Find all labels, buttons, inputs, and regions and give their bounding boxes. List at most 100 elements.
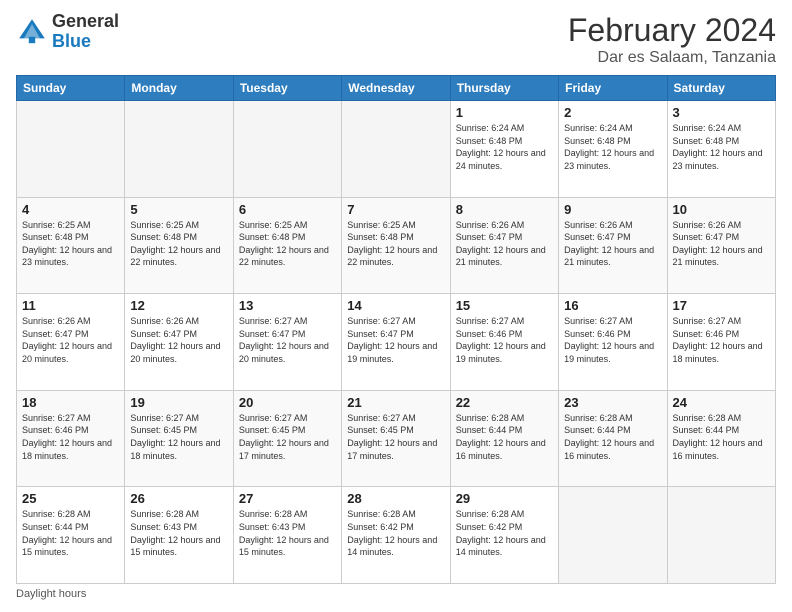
- day-info: Sunrise: 6:28 AM Sunset: 6:42 PM Dayligh…: [347, 508, 444, 558]
- calendar-cell: 10 Sunrise: 6:26 AM Sunset: 6:47 PM Dayli…: [667, 197, 775, 294]
- calendar-cell: 2 Sunrise: 6:24 AM Sunset: 6:48 PM Daylig…: [559, 101, 667, 198]
- day-info: Sunrise: 6:27 AM Sunset: 6:46 PM Dayligh…: [673, 315, 770, 365]
- calendar-cell: 20 Sunrise: 6:27 AM Sunset: 6:45 PM Dayli…: [233, 390, 341, 487]
- day-info: Sunrise: 6:27 AM Sunset: 6:47 PM Dayligh…: [239, 315, 336, 365]
- calendar-cell: 22 Sunrise: 6:28 AM Sunset: 6:44 PM Dayli…: [450, 390, 558, 487]
- calendar-cell: 29 Sunrise: 6:28 AM Sunset: 6:42 PM Dayli…: [450, 487, 558, 584]
- calendar-cell: 21 Sunrise: 6:27 AM Sunset: 6:45 PM Dayli…: [342, 390, 450, 487]
- calendar-cell: 7Sunrise: 6:25 AM Sunset: 6:48 PM Daylig…: [342, 197, 450, 294]
- day-number: 15: [456, 298, 553, 313]
- day-info: Sunrise: 6:28 AM Sunset: 6:42 PM Dayligh…: [456, 508, 553, 558]
- calendar-cell: 17 Sunrise: 6:27 AM Sunset: 6:46 PM Dayli…: [667, 294, 775, 391]
- day-number: 16: [564, 298, 661, 313]
- day-number: 4: [22, 202, 119, 217]
- week-row-4: 18 Sunrise: 6:27 AM Sunset: 6:46 PM Dayli…: [17, 390, 776, 487]
- day-number: 21: [347, 395, 444, 410]
- column-header-friday: Friday: [559, 76, 667, 101]
- calendar-cell: 5Sunrise: 6:25 AM Sunset: 6:48 PM Daylig…: [125, 197, 233, 294]
- calendar-cell: 23Sunrise: 6:28 AM Sunset: 6:44 PM Dayli…: [559, 390, 667, 487]
- day-number: 17: [673, 298, 770, 313]
- calendar-table: SundayMondayTuesdayWednesdayThursdayFrid…: [16, 75, 776, 584]
- day-number: 27: [239, 491, 336, 506]
- header-row: SundayMondayTuesdayWednesdayThursdayFrid…: [17, 76, 776, 101]
- calendar-cell: 12Sunrise: 6:26 AM Sunset: 6:47 PM Dayli…: [125, 294, 233, 391]
- day-number: 1: [456, 105, 553, 120]
- day-info: Sunrise: 6:25 AM Sunset: 6:48 PM Dayligh…: [347, 219, 444, 269]
- calendar-cell: [342, 101, 450, 198]
- day-info: Sunrise: 6:28 AM Sunset: 6:44 PM Dayligh…: [22, 508, 119, 558]
- day-number: 13: [239, 298, 336, 313]
- calendar-cell: 8 Sunrise: 6:26 AM Sunset: 6:47 PM Daylig…: [450, 197, 558, 294]
- month-title: February 2024: [568, 12, 776, 49]
- calendar-cell: 3Sunrise: 6:24 AM Sunset: 6:48 PM Daylig…: [667, 101, 775, 198]
- calendar-cell: [233, 101, 341, 198]
- day-number: 18: [22, 395, 119, 410]
- week-row-3: 11 Sunrise: 6:26 AM Sunset: 6:47 PM Dayli…: [17, 294, 776, 391]
- day-number: 22: [456, 395, 553, 410]
- day-number: 25: [22, 491, 119, 506]
- calendar-cell: 19 Sunrise: 6:27 AM Sunset: 6:45 PM Dayli…: [125, 390, 233, 487]
- calendar-cell: 15 Sunrise: 6:27 AM Sunset: 6:46 PM Dayli…: [450, 294, 558, 391]
- calendar-cell: 1 Sunrise: 6:24 AM Sunset: 6:48 PM Daylig…: [450, 101, 558, 198]
- logo-icon: [16, 16, 48, 48]
- day-number: 11: [22, 298, 119, 313]
- day-number: 29: [456, 491, 553, 506]
- day-info: Sunrise: 6:28 AM Sunset: 6:44 PM Dayligh…: [564, 412, 661, 462]
- calendar-cell: 26Sunrise: 6:28 AM Sunset: 6:43 PM Dayli…: [125, 487, 233, 584]
- day-info: Sunrise: 6:28 AM Sunset: 6:44 PM Dayligh…: [673, 412, 770, 462]
- day-number: 28: [347, 491, 444, 506]
- day-number: 20: [239, 395, 336, 410]
- calendar-cell: 18 Sunrise: 6:27 AM Sunset: 6:46 PM Dayli…: [17, 390, 125, 487]
- day-info: Sunrise: 6:26 AM Sunset: 6:47 PM Dayligh…: [456, 219, 553, 269]
- column-header-monday: Monday: [125, 76, 233, 101]
- day-number: 10: [673, 202, 770, 217]
- calendar-cell: 27 Sunrise: 6:28 AM Sunset: 6:43 PM Dayli…: [233, 487, 341, 584]
- day-info: Sunrise: 6:28 AM Sunset: 6:44 PM Dayligh…: [456, 412, 553, 462]
- day-info: Sunrise: 6:27 AM Sunset: 6:45 PM Dayligh…: [239, 412, 336, 462]
- day-info: Sunrise: 6:27 AM Sunset: 6:45 PM Dayligh…: [347, 412, 444, 462]
- calendar-cell: 24 Sunrise: 6:28 AM Sunset: 6:44 PM Dayli…: [667, 390, 775, 487]
- day-info: Sunrise: 6:28 AM Sunset: 6:43 PM Dayligh…: [239, 508, 336, 558]
- calendar-cell: 25 Sunrise: 6:28 AM Sunset: 6:44 PM Dayli…: [17, 487, 125, 584]
- day-info: Sunrise: 6:27 AM Sunset: 6:47 PM Dayligh…: [347, 315, 444, 365]
- logo-blue-text: Blue: [52, 32, 119, 52]
- logo: General Blue: [16, 12, 119, 52]
- day-info: Sunrise: 6:26 AM Sunset: 6:47 PM Dayligh…: [22, 315, 119, 365]
- calendar-cell: 9Sunrise: 6:26 AM Sunset: 6:47 PM Daylig…: [559, 197, 667, 294]
- day-info: Sunrise: 6:27 AM Sunset: 6:45 PM Dayligh…: [130, 412, 227, 462]
- calendar-cell: [17, 101, 125, 198]
- week-row-1: 1 Sunrise: 6:24 AM Sunset: 6:48 PM Daylig…: [17, 101, 776, 198]
- calendar-cell: [667, 487, 775, 584]
- column-header-tuesday: Tuesday: [233, 76, 341, 101]
- day-info: Sunrise: 6:27 AM Sunset: 6:46 PM Dayligh…: [22, 412, 119, 462]
- day-info: Sunrise: 6:25 AM Sunset: 6:48 PM Dayligh…: [22, 219, 119, 269]
- daylight-hours-label: Daylight hours: [16, 588, 86, 600]
- day-info: Sunrise: 6:27 AM Sunset: 6:46 PM Dayligh…: [456, 315, 553, 365]
- day-info: Sunrise: 6:26 AM Sunset: 6:47 PM Dayligh…: [564, 219, 661, 269]
- calendar-cell: 28 Sunrise: 6:28 AM Sunset: 6:42 PM Dayli…: [342, 487, 450, 584]
- day-number: 24: [673, 395, 770, 410]
- calendar-cell: 16 Sunrise: 6:27 AM Sunset: 6:46 PM Dayli…: [559, 294, 667, 391]
- calendar-cell: 6Sunrise: 6:25 AM Sunset: 6:48 PM Daylig…: [233, 197, 341, 294]
- week-row-5: 25 Sunrise: 6:28 AM Sunset: 6:44 PM Dayli…: [17, 487, 776, 584]
- day-number: 2: [564, 105, 661, 120]
- day-number: 6: [239, 202, 336, 217]
- day-info: Sunrise: 6:27 AM Sunset: 6:46 PM Dayligh…: [564, 315, 661, 365]
- day-number: 3: [673, 105, 770, 120]
- week-row-2: 4 Sunrise: 6:25 AM Sunset: 6:48 PM Daylig…: [17, 197, 776, 294]
- logo-general-text: General: [52, 12, 119, 32]
- calendar-cell: 14 Sunrise: 6:27 AM Sunset: 6:47 PM Dayli…: [342, 294, 450, 391]
- logo-text: General Blue: [52, 12, 119, 52]
- day-number: 14: [347, 298, 444, 313]
- day-info: Sunrise: 6:28 AM Sunset: 6:43 PM Dayligh…: [130, 508, 227, 558]
- day-number: 19: [130, 395, 227, 410]
- day-number: 12: [130, 298, 227, 313]
- day-info: Sunrise: 6:24 AM Sunset: 6:48 PM Dayligh…: [456, 122, 553, 172]
- column-header-saturday: Saturday: [667, 76, 775, 101]
- day-info: Sunrise: 6:26 AM Sunset: 6:47 PM Dayligh…: [673, 219, 770, 269]
- header: General Blue February 2024 Dar es Salaam…: [16, 12, 776, 67]
- day-info: Sunrise: 6:24 AM Sunset: 6:48 PM Dayligh…: [564, 122, 661, 172]
- calendar-cell: [559, 487, 667, 584]
- page: General Blue February 2024 Dar es Salaam…: [0, 0, 792, 612]
- day-number: 8: [456, 202, 553, 217]
